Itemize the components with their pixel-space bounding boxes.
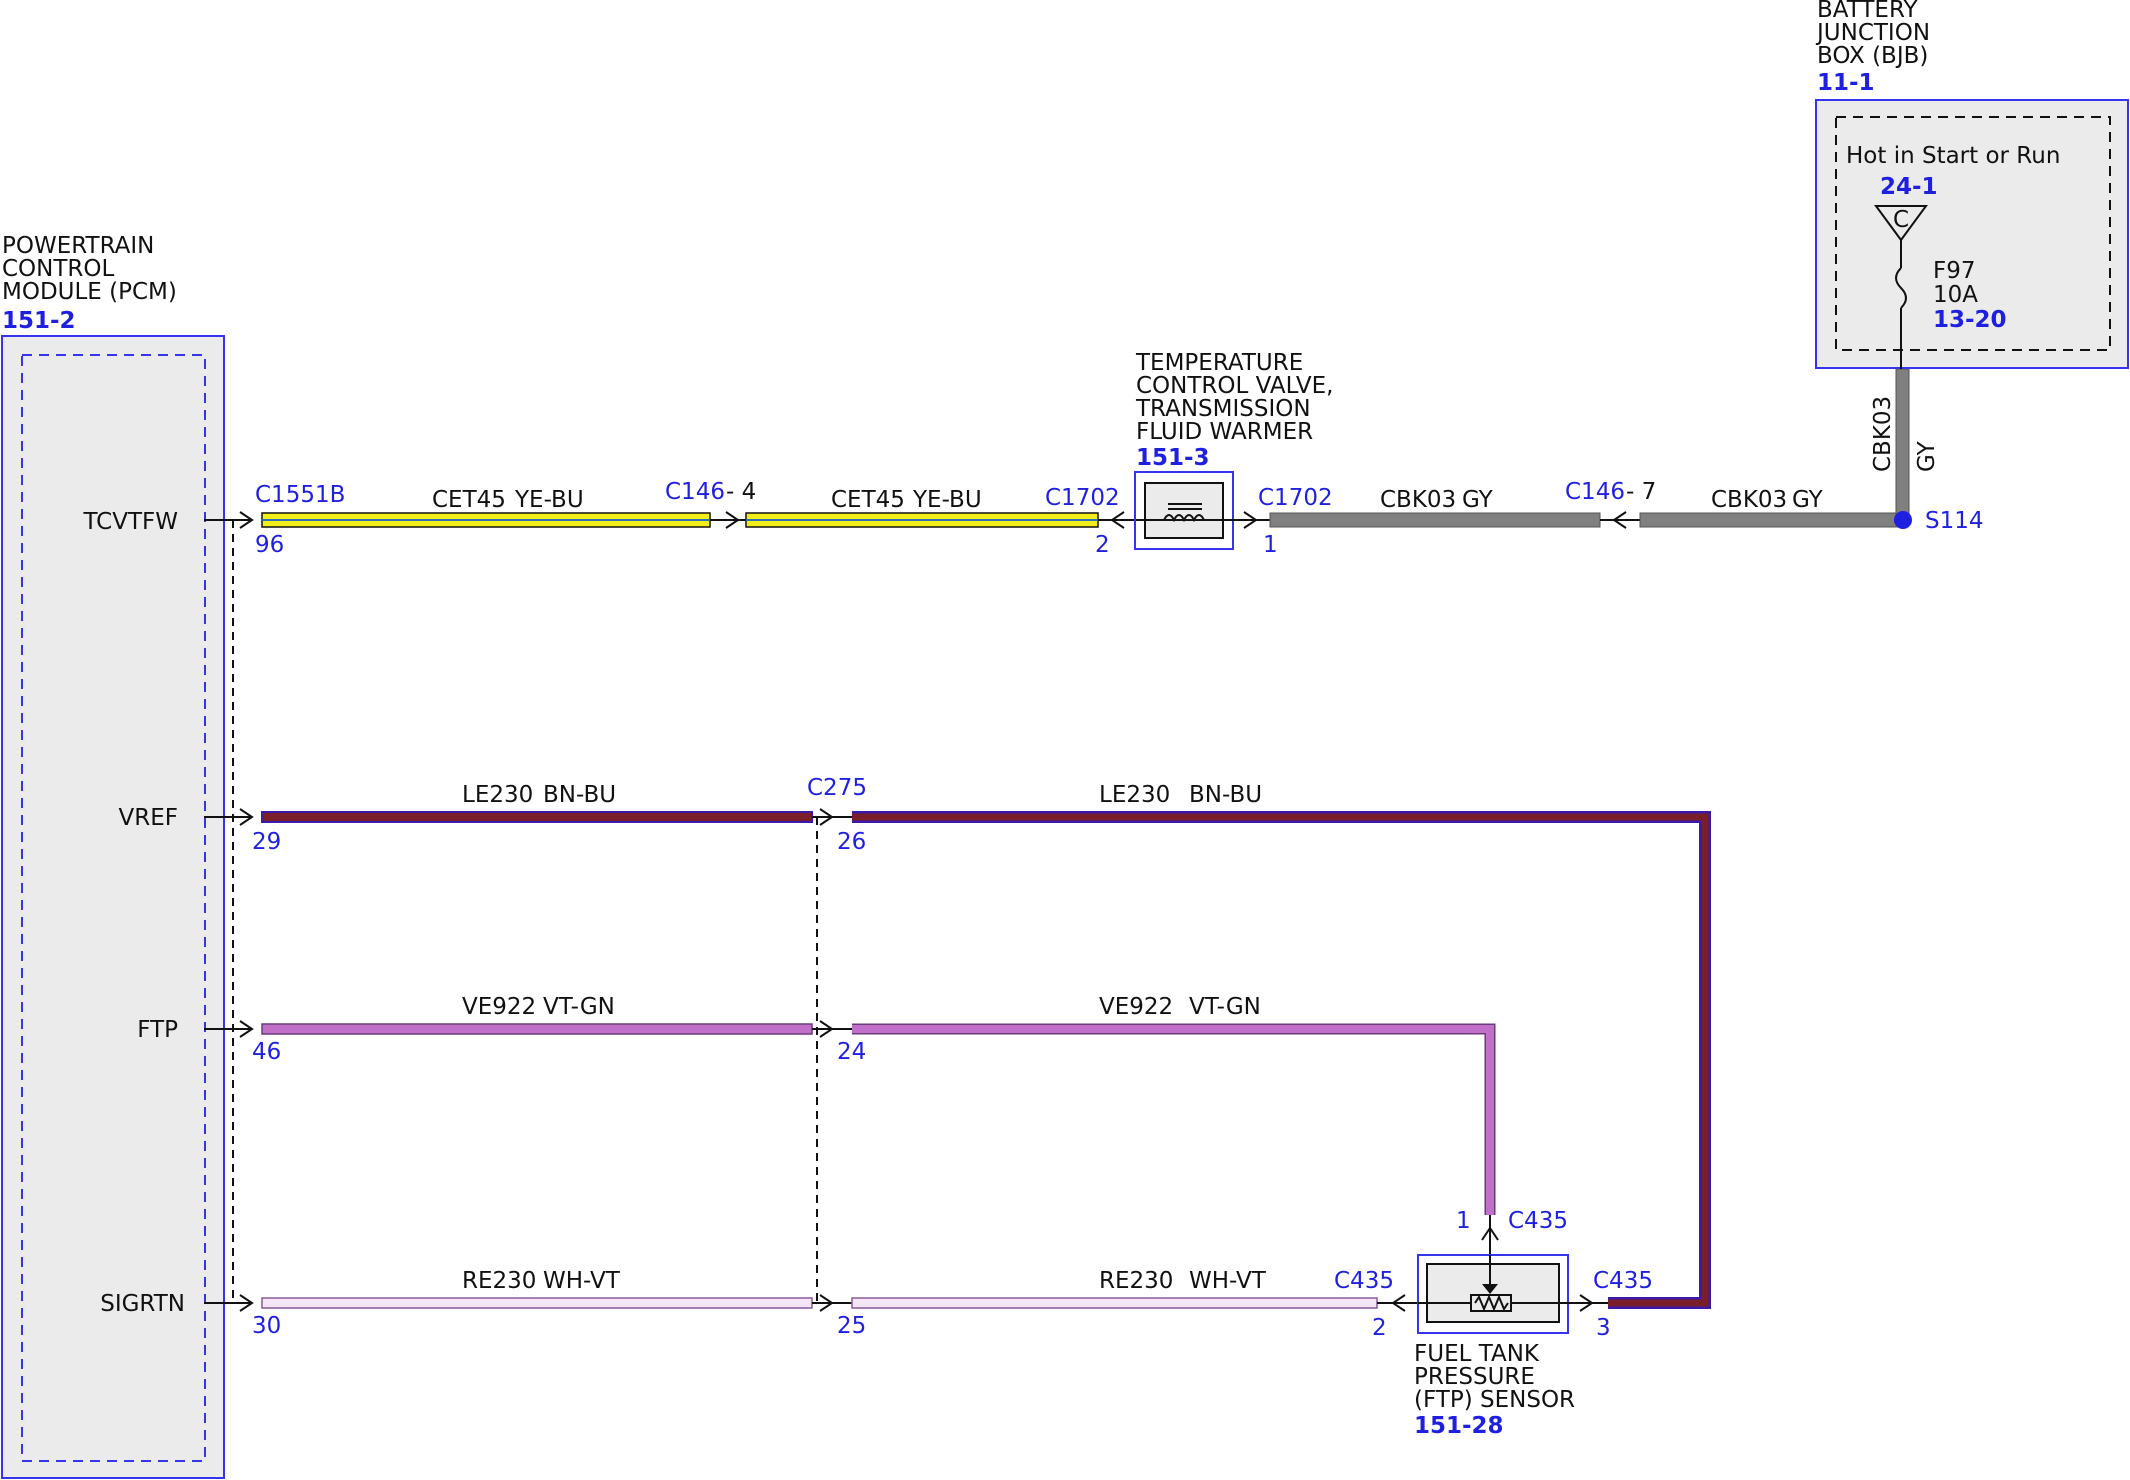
cbk03-a-color: GY xyxy=(1462,487,1494,513)
wire-ve922-segment-b-core xyxy=(852,1025,1494,1215)
re230-a-color: WH-VT xyxy=(543,1268,621,1294)
wire-le230-segment-b-core xyxy=(852,813,1709,1307)
tcv-labels: TEMPERATURE CONTROL VALVE, TRANSMISSION … xyxy=(1135,350,1334,471)
re230-b-circuit: RE230 xyxy=(1099,1268,1173,1294)
fuse-name: F97 xyxy=(1933,258,1976,284)
ftp-ref[interactable]: 151-28 xyxy=(1414,1413,1504,1439)
bjb-module: BATTERY JUNCTION BOX (BJB) 11-1 Hot in S… xyxy=(1815,0,2129,369)
pin-26-label: 26 xyxy=(837,829,866,855)
ftp-sensor-component[interactable] xyxy=(1417,1254,1569,1334)
bjb-title-line3: BOX (BJB) xyxy=(1817,43,1928,69)
tcv-title-line4: FLUID WARMER xyxy=(1136,419,1313,445)
ftp-title-line3: (FTP) SENSOR xyxy=(1414,1387,1575,1413)
cbk03-b-color: GY xyxy=(1792,487,1824,513)
le230-a-color: BN-BU xyxy=(543,782,616,808)
fuse-ref[interactable]: 13-20 xyxy=(1933,307,2007,333)
wire-cbk03-vertical[interactable] xyxy=(1895,368,1910,521)
c435-top-label[interactable]: C435 xyxy=(1508,1208,1568,1234)
cbk03-vertical-circuit: CBK03 xyxy=(1870,396,1896,472)
pcm-module: POWERTRAIN CONTROL MODULE (PCM) 151-2 TC… xyxy=(1,233,225,1479)
pin-3-ftp-label: 3 xyxy=(1596,1315,1611,1341)
re230-a-circuit: RE230 xyxy=(462,1268,536,1294)
pcm-pin-sigrtn: SIGRTN xyxy=(100,1291,185,1317)
ve922-a-color: VT-GN xyxy=(543,994,615,1020)
splice-s114-label[interactable]: S114 xyxy=(1925,508,1984,534)
c1702-left-label[interactable]: C1702 xyxy=(1045,485,1120,511)
bjb-hot-label: Hot in Start or Run xyxy=(1846,143,2060,169)
c146-7-label[interactable]: C146 xyxy=(1565,479,1625,505)
cet45-b-circuit: CET45 xyxy=(831,487,905,513)
cbk03-a-circuit: CBK03 xyxy=(1380,487,1456,513)
pin-25-label: 25 xyxy=(837,1313,866,1339)
wire-le230-segment-b[interactable] xyxy=(852,811,1711,1309)
splice-s114-dot[interactable] xyxy=(1894,511,1912,529)
c275-label[interactable]: C275 xyxy=(807,775,867,801)
wire-le230-segment-a[interactable] xyxy=(261,811,813,823)
pin-1-tcv-label: 1 xyxy=(1263,532,1278,558)
c146-4-label[interactable]: C146 xyxy=(665,479,725,505)
pcm-title-line3: MODULE (PCM) xyxy=(2,279,177,305)
le230-b-circuit: LE230 xyxy=(1099,782,1170,808)
cet45-b-color: YE-BU xyxy=(912,487,982,513)
ve922-a-circuit: VE922 xyxy=(462,994,536,1020)
pin-2-tcv-label: 2 xyxy=(1095,532,1110,558)
wire-ve922-segment-a[interactable] xyxy=(261,1023,813,1035)
ve922-b-circuit: VE922 xyxy=(1099,994,1173,1020)
wire-cbk03-segment-b[interactable] xyxy=(1639,512,1903,528)
pin-1-ftp-label: 1 xyxy=(1456,1208,1471,1234)
wire-cet45-segment-b[interactable] xyxy=(745,512,1099,528)
pin-96-label: 96 xyxy=(255,532,284,558)
wire-re230-segment-b[interactable] xyxy=(851,1297,1378,1309)
pin-46-label: 46 xyxy=(252,1039,281,1065)
le230-b-color: BN-BU xyxy=(1189,782,1262,808)
c435-right-label[interactable]: C435 xyxy=(1593,1268,1653,1294)
bjb-hot-ref[interactable]: 24-1 xyxy=(1880,174,1938,200)
bus-c-letter: C xyxy=(1893,207,1909,233)
c146-7-pin: - 7 xyxy=(1626,479,1656,505)
cbk03-b-circuit: CBK03 xyxy=(1711,487,1787,513)
cbk03-vertical-color: GY xyxy=(1914,440,1940,472)
wiring-diagram: POWERTRAIN CONTROL MODULE (PCM) 151-2 TC… xyxy=(1,0,2129,1479)
pcm-pin-vref: VREF xyxy=(119,805,178,831)
c435-left-label[interactable]: C435 xyxy=(1334,1268,1394,1294)
wire-ve922-segment-b[interactable] xyxy=(852,1023,1496,1215)
c1551b-label[interactable]: C1551B xyxy=(255,482,345,508)
le230-a-circuit: LE230 xyxy=(462,782,533,808)
pcm-pin-ftp: FTP xyxy=(137,1017,178,1043)
c1702-right-label[interactable]: C1702 xyxy=(1258,485,1333,511)
pin-2-ftp-label: 2 xyxy=(1372,1315,1387,1341)
wire-cbk03-segment-a[interactable] xyxy=(1269,512,1601,528)
fuse-rating: 10A xyxy=(1933,282,1978,308)
wire-re230-segment-a[interactable] xyxy=(261,1297,813,1309)
tcv-component[interactable] xyxy=(1134,471,1234,550)
pin-30-label: 30 xyxy=(252,1313,281,1339)
pin-24-label: 24 xyxy=(837,1039,866,1065)
ve922-b-color: VT-GN xyxy=(1189,994,1261,1020)
bjb-ref[interactable]: 11-1 xyxy=(1817,70,1875,96)
wire-cet45-segment-a[interactable] xyxy=(261,512,711,528)
pcm-ref[interactable]: 151-2 xyxy=(2,308,76,334)
pcm-pin-tcvtfw: TCVTFW xyxy=(82,509,178,535)
tcv-ref[interactable]: 151-3 xyxy=(1136,445,1210,471)
pin-29-label: 29 xyxy=(252,829,281,855)
cet45-a-color: YE-BU xyxy=(514,487,584,513)
c146-4-pin: - 4 xyxy=(726,479,756,505)
cet45-a-circuit: CET45 xyxy=(432,487,506,513)
re230-b-color: WH-VT xyxy=(1189,1268,1267,1294)
